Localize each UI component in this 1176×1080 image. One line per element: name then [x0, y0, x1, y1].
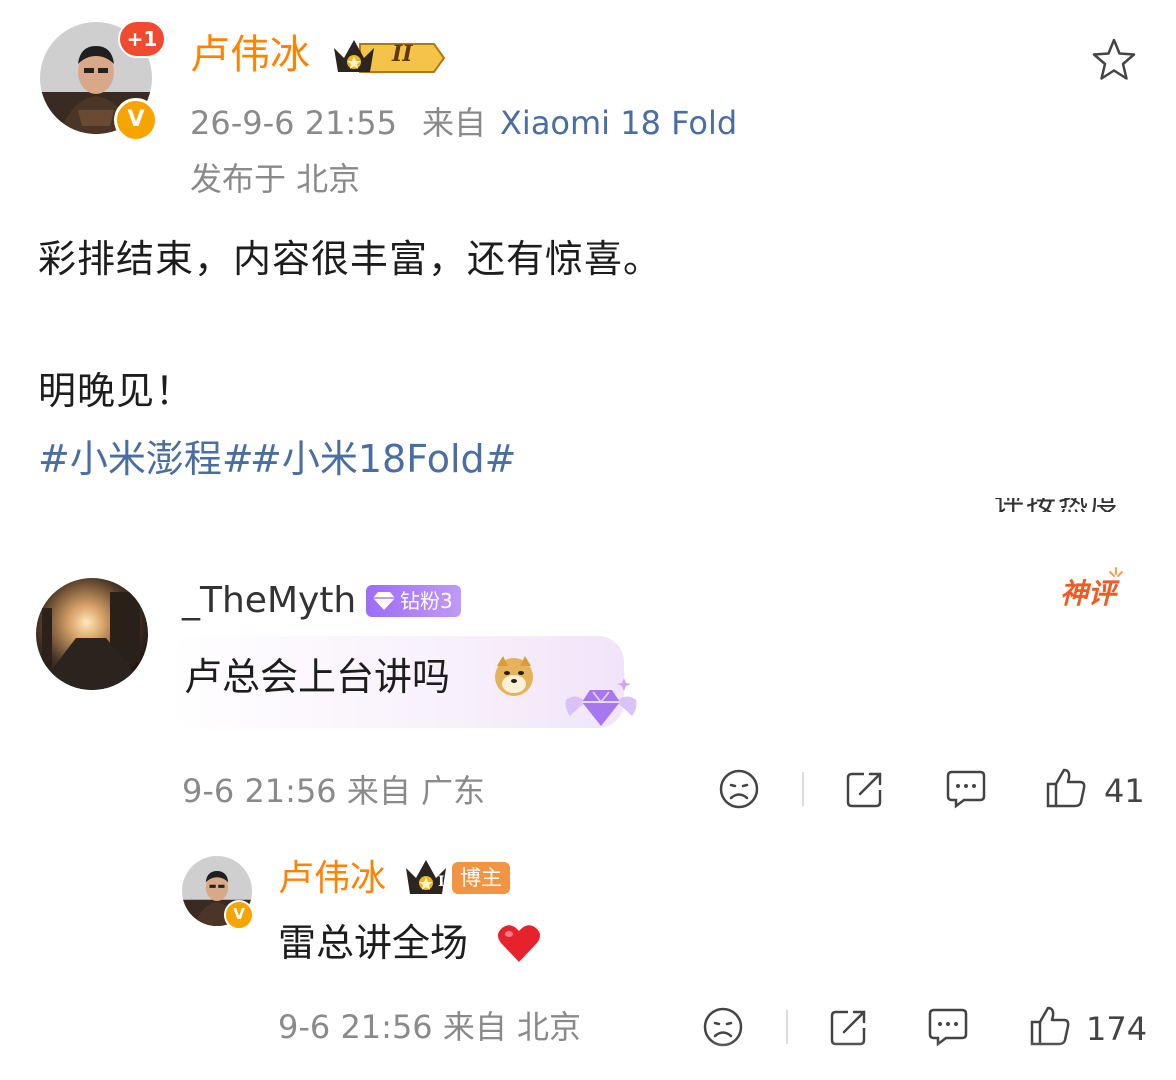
star-icon: [1092, 38, 1136, 80]
hot-comment-tag: 神评: [1060, 567, 1123, 612]
fan-level-badge: 钻粉3: [366, 585, 461, 617]
vip-crown-icon: II: [330, 34, 450, 78]
post-text-line-2: 明晚见！: [38, 369, 195, 413]
sad-face-icon: [719, 769, 759, 809]
winged-diamond-icon: [560, 672, 642, 738]
post-location: 发布于 北京: [190, 160, 361, 198]
thumbs-up-icon: [1046, 768, 1086, 808]
comment-text: 卢总会上台讲吗: [184, 655, 451, 699]
post-text-line-1: 彩排结束，内容很丰富，还有惊喜。: [38, 237, 663, 281]
red-heart-icon: [496, 922, 542, 964]
bottom-fade: [0, 1040, 1176, 1080]
reply-vip-crown-icon: II: [404, 856, 456, 898]
fan-badge-label: 钻粉3: [400, 589, 453, 613]
blogger-badge: 博主: [452, 862, 510, 894]
reply-text: 雷总讲全场: [278, 921, 469, 965]
hashtag-xiaomi-pengcheng[interactable]: #小米澎程#: [38, 434, 254, 484]
diamond-icon: [373, 592, 395, 610]
hashtag-xiaomi-18fold[interactable]: #小米18Fold#: [250, 434, 516, 484]
sparkle-icon: [1109, 567, 1123, 577]
comment-share-button[interactable]: [844, 768, 886, 810]
action-divider: [802, 772, 804, 806]
comment-like-button[interactable]: [1044, 766, 1088, 810]
reply-author-name[interactable]: 卢伟冰: [278, 856, 386, 902]
doge-emoji: [492, 654, 536, 698]
share-icon: [846, 772, 882, 808]
comment-like-count: 41: [1104, 772, 1145, 810]
favorite-star-button[interactable]: [1090, 36, 1138, 84]
new-notification-badge: +1: [118, 20, 166, 58]
comment-icon: [946, 770, 986, 809]
comment-dislike-button[interactable]: [718, 768, 760, 810]
verified-icon: V: [114, 98, 158, 142]
reply-vip-level: II: [438, 874, 452, 890]
vip-level-text: II: [392, 41, 413, 67]
reply-verified-icon: V: [224, 900, 254, 930]
reply-action-divider: [786, 1010, 788, 1044]
comment-time-location: 9-6 21:56 来自 广东: [182, 772, 486, 810]
author-name[interactable]: 卢伟冰: [190, 30, 310, 80]
sort-by-heat-label[interactable]: 评按热度: [994, 498, 1144, 512]
commenter-name[interactable]: _TheMyth: [182, 578, 356, 624]
post-time: 26-9-6 21:55: [190, 104, 397, 142]
source-prefix: 来自: [422, 104, 487, 142]
device-link[interactable]: Xiaomi 18 Fold: [500, 102, 737, 144]
commenter-avatar[interactable]: [36, 578, 148, 690]
comment-reply-button[interactable]: [944, 768, 988, 810]
